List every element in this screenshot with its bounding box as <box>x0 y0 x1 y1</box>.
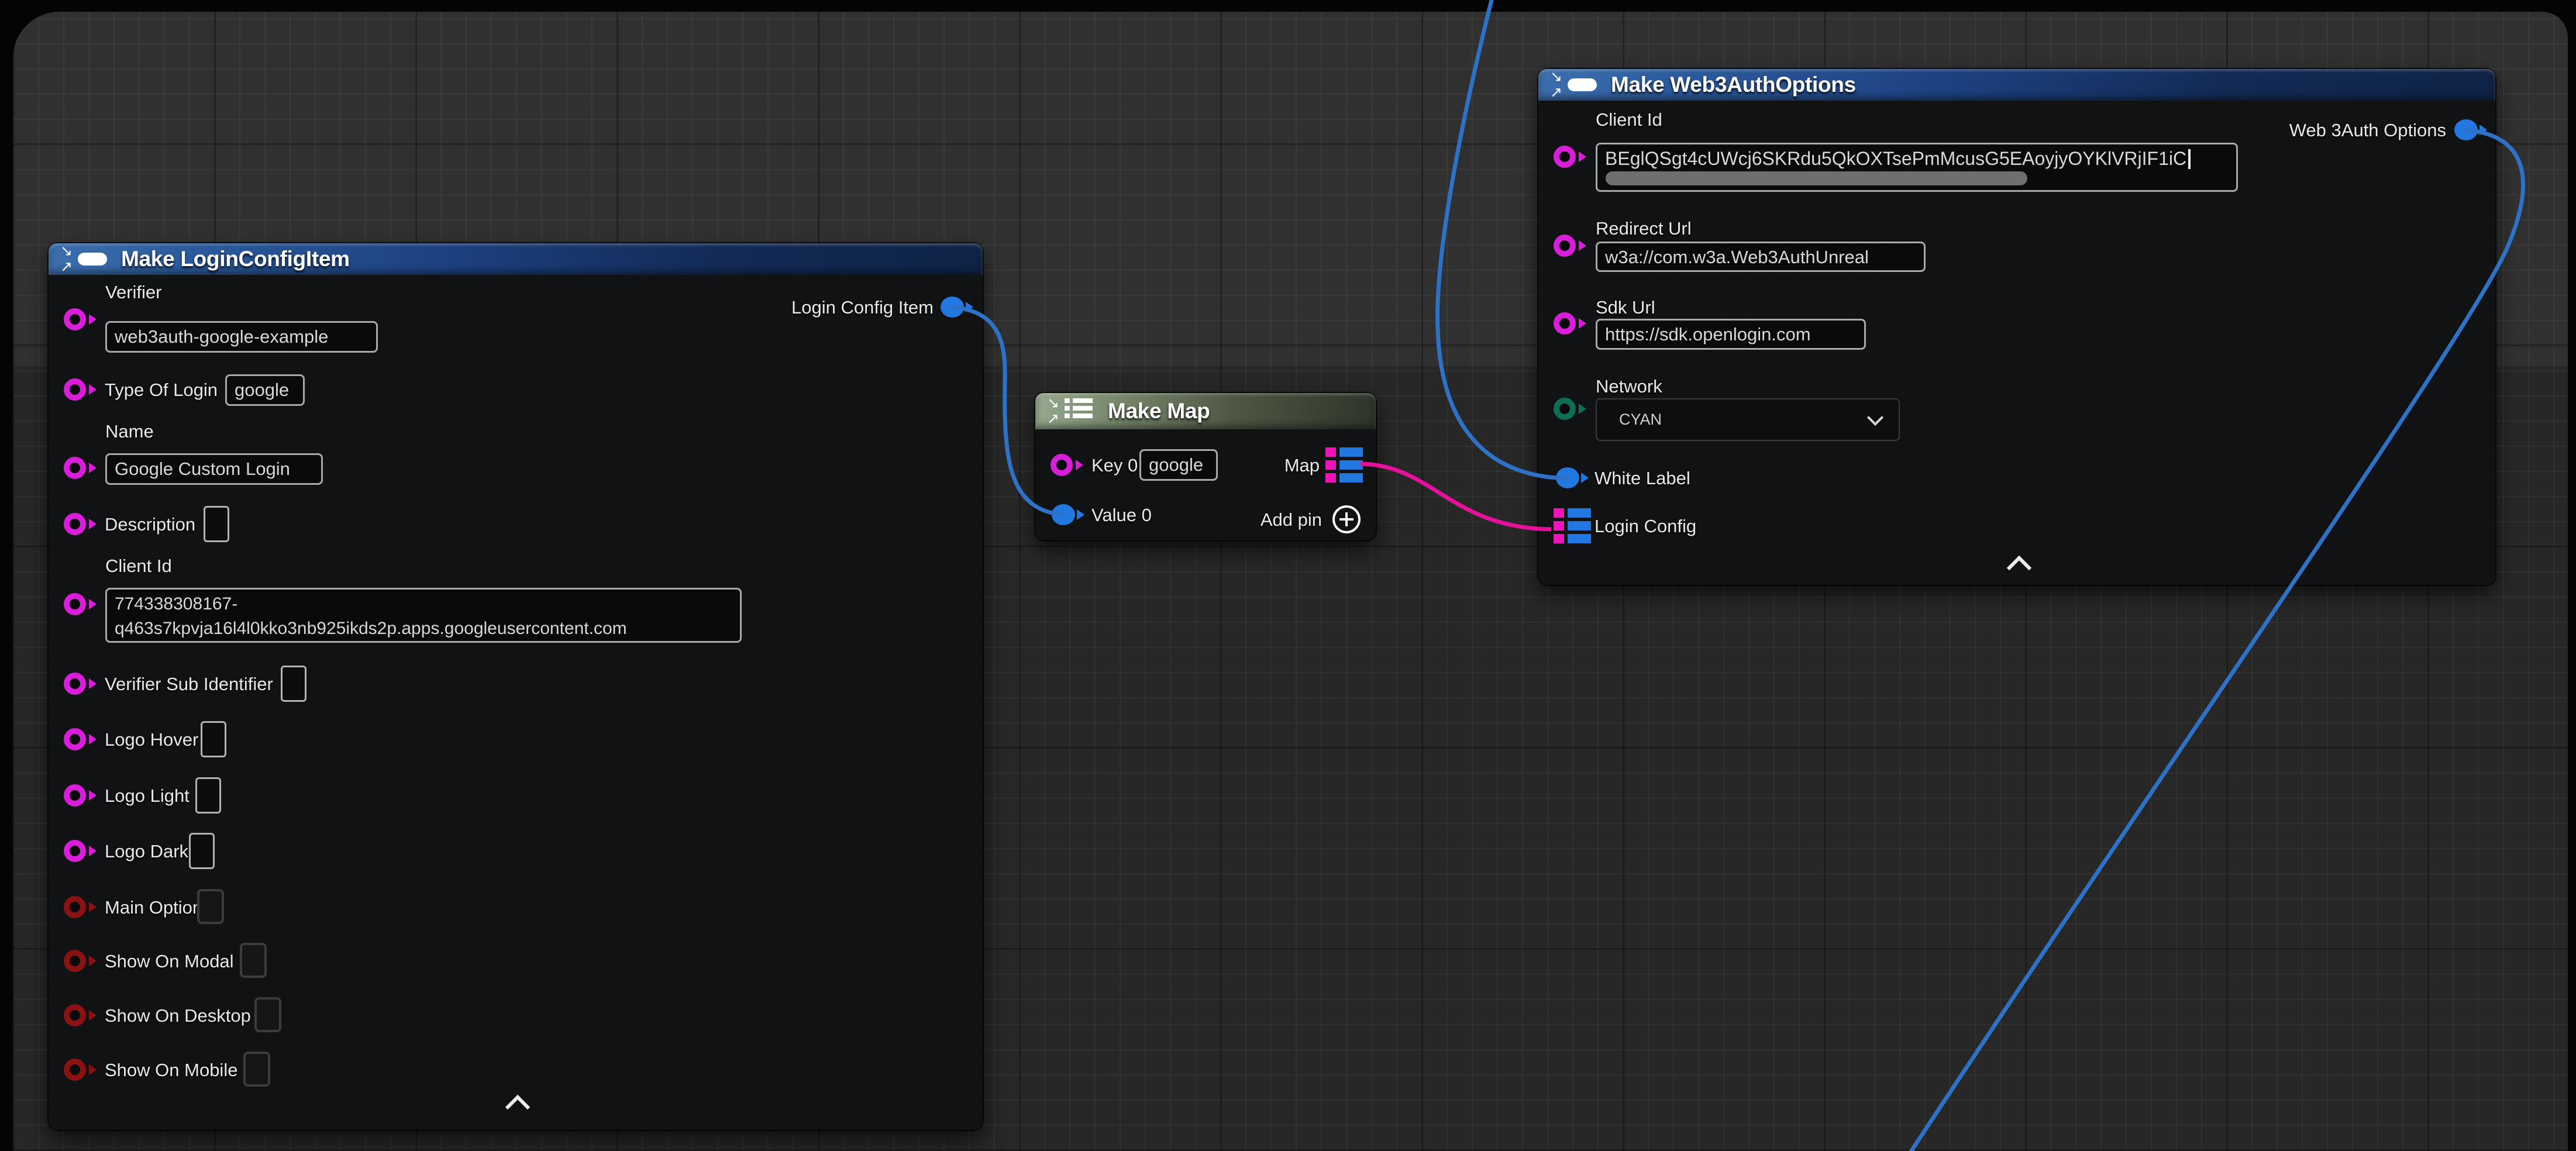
map-output-label: Map <box>1284 455 1320 476</box>
verifier-sub-identifier-pin[interactable] <box>64 672 98 695</box>
node-title: Make LoginConfigItem <box>121 247 350 271</box>
make-struct-icon: ↘↗ <box>1550 71 1600 98</box>
network-value: CYAN <box>1619 411 1662 429</box>
description-label: Description <box>105 514 195 535</box>
node-make-web3auth-options[interactable]: ↘↗ Make Web3AuthOptions Web 3Auth Option… <box>1538 69 2495 585</box>
description-pin[interactable] <box>64 512 98 536</box>
client-id-label: Client Id <box>1596 109 1662 130</box>
collapse-chevron-icon[interactable] <box>2007 556 2031 580</box>
show-on-modal-pin[interactable] <box>64 949 98 973</box>
name-label: Name <box>105 421 154 442</box>
client-id-label: Client Id <box>105 556 172 577</box>
verifier-sub-identifier-label: Verifier Sub Identifier <box>105 674 273 695</box>
logo-light-pin[interactable] <box>64 784 98 807</box>
sdk-url-field[interactable]: https://sdk.openlogin.com <box>1596 319 1866 350</box>
show-on-mobile-pin[interactable] <box>64 1058 98 1081</box>
type-of-login-field[interactable]: google <box>225 374 305 406</box>
chevron-down-icon <box>1867 409 1883 425</box>
key0-label: Key 0 <box>1091 455 1138 476</box>
value0-label: Value 0 <box>1091 505 1152 526</box>
main-option-label: Main Option <box>105 897 202 918</box>
network-pin[interactable] <box>1554 397 1587 421</box>
login-config-pin[interactable] <box>1554 508 1591 543</box>
logo-dark-pin[interactable] <box>64 839 98 863</box>
add-pin-icon[interactable] <box>1332 505 1361 533</box>
logo-light-field[interactable] <box>195 777 221 814</box>
login-config-item-output-pin[interactable] <box>941 295 974 319</box>
logo-light-label: Logo Light <box>105 785 190 807</box>
key0-field[interactable]: google <box>1139 449 1218 481</box>
main-option-pin[interactable] <box>64 895 98 919</box>
login-config-label: Login Config <box>1594 516 1696 537</box>
verifier-sub-identifier-field[interactable] <box>281 666 306 702</box>
redirect-url-pin[interactable] <box>1554 234 1587 257</box>
verifier-label: Verifier <box>105 282 161 303</box>
sdk-url-pin[interactable] <box>1554 312 1587 335</box>
make-map-icon: ↘↗ <box>1047 398 1097 425</box>
client-id-field[interactable]: 774338308167-q463s7kpvja16l4l0kko3nb925i… <box>105 588 742 643</box>
redirect-url-label: Redirect Url <box>1596 218 1692 239</box>
name-field[interactable]: Google Custom Login <box>105 453 323 485</box>
show-on-desktop-pin[interactable] <box>64 1004 98 1027</box>
white-label-pin[interactable] <box>1556 466 1590 490</box>
white-label-label: White Label <box>1594 468 1690 489</box>
key0-pin[interactable] <box>1051 453 1084 477</box>
node-title: Make Map <box>1108 399 1210 423</box>
logo-hover-field[interactable] <box>201 721 226 757</box>
make-struct-icon: ↘↗ <box>60 246 111 273</box>
client-id-pin[interactable] <box>64 592 98 616</box>
map-output-pin[interactable] <box>1325 447 1363 483</box>
node-header[interactable]: ↘↗ Make Map <box>1035 393 1376 429</box>
logo-hover-pin[interactable] <box>64 728 98 751</box>
show-on-desktop-checkbox[interactable] <box>254 997 281 1032</box>
main-option-checkbox[interactable] <box>197 889 224 924</box>
add-pin-label: Add pin <box>1261 509 1322 530</box>
sdk-url-label: Sdk Url <box>1596 297 1655 318</box>
show-on-desktop-label: Show On Desktop <box>105 1005 251 1026</box>
network-dropdown[interactable]: CYAN <box>1596 398 1900 441</box>
show-on-modal-label: Show On Modal <box>105 951 234 972</box>
redirect-url-field[interactable]: w3a://com.w3a.Web3AuthUnreal <box>1596 242 1926 272</box>
client-id-pin[interactable] <box>1554 145 1587 168</box>
logo-dark-field[interactable] <box>189 833 215 869</box>
show-on-mobile-label: Show On Mobile <box>105 1060 237 1081</box>
node-title: Make Web3AuthOptions <box>1611 73 1856 97</box>
show-on-modal-checkbox[interactable] <box>240 943 267 978</box>
collapse-chevron-icon[interactable] <box>505 1095 530 1119</box>
text-cursor <box>2188 149 2191 169</box>
show-on-mobile-checkbox[interactable] <box>243 1052 270 1087</box>
web3auth-options-output-pin[interactable] <box>2454 118 2488 142</box>
value0-pin[interactable] <box>1052 503 1086 526</box>
verifier-field[interactable]: web3auth-google-example <box>105 321 378 353</box>
node-make-login-config-item[interactable]: ↘↗ Make LoginConfigItem Login Config Ite… <box>49 243 983 1130</box>
network-label: Network <box>1596 376 1662 397</box>
logo-dark-label: Logo Dark <box>105 841 188 862</box>
node-header[interactable]: ↘↗ Make LoginConfigItem <box>49 243 983 275</box>
client-id-field[interactable]: BEglQSgt4cUWcj6SKRdu5QkOXTsePmMcusG5EAoy… <box>1596 143 2238 192</box>
node-header[interactable]: ↘↗ Make Web3AuthOptions <box>1538 69 2495 101</box>
verifier-pin[interactable] <box>64 308 98 331</box>
field-horizontal-scrollbar[interactable] <box>1606 171 2027 185</box>
output-pin-label: Login Config Item <box>791 297 934 318</box>
description-field[interactable] <box>204 506 229 542</box>
node-make-map[interactable]: ↘↗ Make Map Key 0 google Map Value 0 Add… <box>1035 393 1376 540</box>
name-pin[interactable] <box>64 456 98 480</box>
logo-hover-label: Logo Hover <box>105 729 198 750</box>
type-of-login-pin[interactable] <box>64 378 98 401</box>
output-pin-label: Web 3Auth Options <box>2289 120 2446 141</box>
type-of-login-label: Type Of Login <box>105 380 218 401</box>
